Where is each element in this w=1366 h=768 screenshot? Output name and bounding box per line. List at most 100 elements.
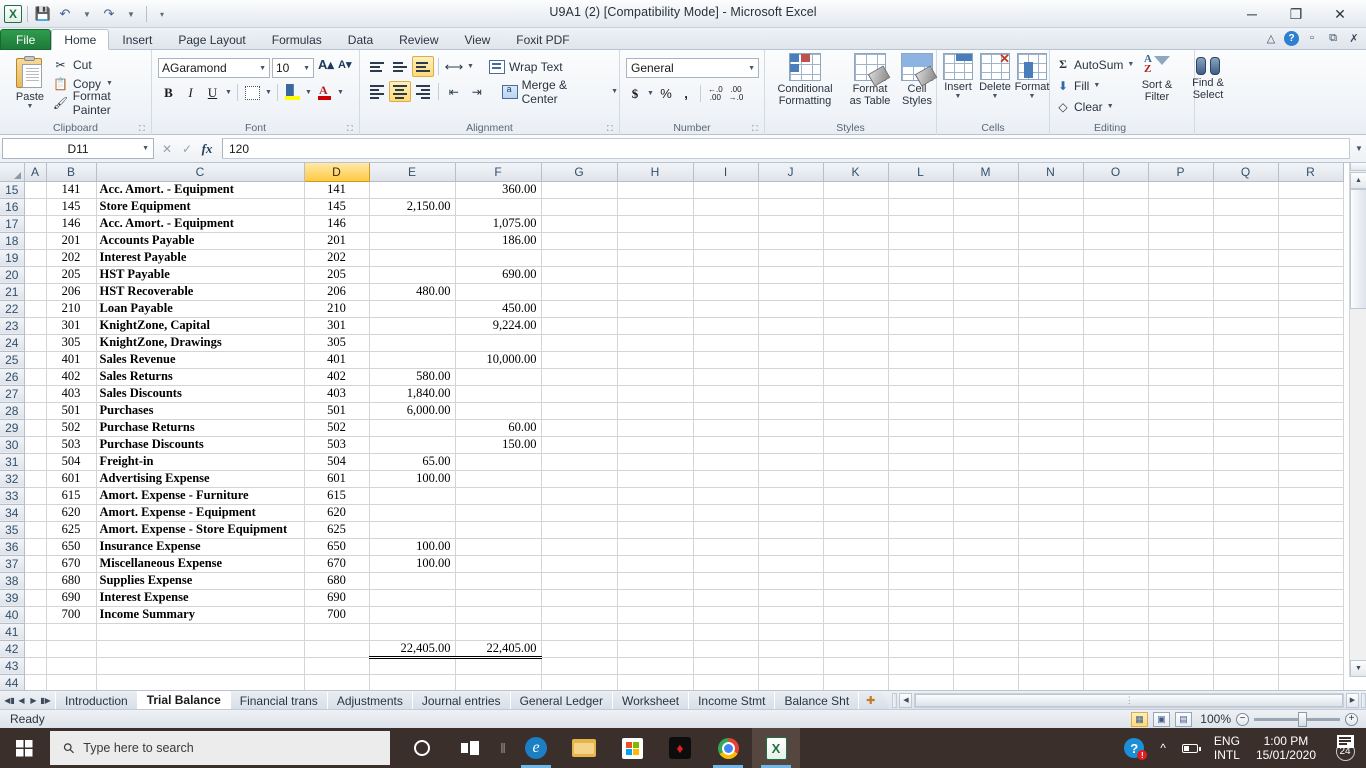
cell-A44[interactable] (24, 674, 47, 690)
cell-N28[interactable] (1018, 402, 1084, 420)
workbook-minimize-icon[interactable]: ▫ (1304, 30, 1320, 46)
clear-dropdown-icon[interactable]: ▼ (1106, 103, 1115, 110)
cell-M31[interactable] (953, 453, 1019, 471)
cell-E34[interactable] (369, 504, 456, 522)
cell-R24[interactable] (1278, 334, 1344, 352)
row-header-40[interactable]: 40 (0, 606, 25, 624)
language-indicator[interactable]: ENG INTL (1206, 728, 1248, 768)
cell-H23[interactable] (617, 317, 694, 335)
cell-G34[interactable] (541, 504, 618, 522)
horizontal-scroll-thumb[interactable]: ⋮ (915, 693, 1343, 707)
cell-Q15[interactable] (1213, 181, 1279, 199)
cell-O43[interactable] (1083, 657, 1149, 675)
sheet-tab-balance-sht[interactable]: Balance Sht (774, 691, 859, 710)
cell-C20[interactable]: HST Payable (96, 266, 305, 284)
cell-J27[interactable] (758, 385, 824, 403)
cell-R30[interactable] (1278, 436, 1344, 454)
cell-K15[interactable] (823, 181, 889, 199)
cell-I38[interactable] (693, 572, 759, 590)
cell-C26[interactable]: Sales Returns (96, 368, 305, 386)
cell-P20[interactable] (1148, 266, 1214, 284)
cell-N32[interactable] (1018, 470, 1084, 488)
cell-F21[interactable] (455, 283, 542, 301)
cell-M29[interactable] (953, 419, 1019, 437)
table-row[interactable]: 36 650 Insurance Expense 650 100.00 (0, 538, 1344, 556)
cell-E19[interactable] (369, 249, 456, 267)
cell-H44[interactable] (617, 674, 694, 690)
cell-H41[interactable] (617, 623, 694, 641)
cell-O38[interactable] (1083, 572, 1149, 590)
cell-E25[interactable] (369, 351, 456, 369)
cell-P28[interactable] (1148, 402, 1214, 420)
cell-C34[interactable]: Amort. Expense - Equipment (96, 504, 305, 522)
cell-P39[interactable] (1148, 589, 1214, 607)
cell-H27[interactable] (617, 385, 694, 403)
cell-P34[interactable] (1148, 504, 1214, 522)
cell-E43[interactable] (369, 657, 456, 675)
cell-E42[interactable]: 22,405.00 (369, 639, 456, 659)
table-row[interactable]: 29 502 Purchase Returns 502 60.00 (0, 419, 1344, 437)
cell-R26[interactable] (1278, 368, 1344, 386)
merge-center-button[interactable]: Merge & Center ▼ (501, 78, 619, 106)
cell-H30[interactable] (617, 436, 694, 454)
cell-P38[interactable] (1148, 572, 1214, 590)
cell-F41[interactable] (455, 623, 542, 641)
cell-D26[interactable]: 402 (304, 368, 370, 386)
cell-G26[interactable] (541, 368, 618, 386)
cell-A28[interactable] (24, 402, 47, 420)
row-header-18[interactable]: 18 (0, 232, 25, 250)
excel-taskbar-button[interactable]: X (752, 728, 800, 768)
column-header-b[interactable]: B (46, 163, 97, 182)
cell-N37[interactable] (1018, 555, 1084, 573)
cell-N21[interactable] (1018, 283, 1084, 301)
column-header-f[interactable]: F (455, 163, 542, 182)
cell-K21[interactable] (823, 283, 889, 301)
cell-C28[interactable]: Purchases (96, 402, 305, 420)
sheet-tab-financial-trans[interactable]: Financial trans (229, 691, 327, 710)
cell-G32[interactable] (541, 470, 618, 488)
cell-B23[interactable]: 301 (46, 317, 97, 335)
cell-Q24[interactable] (1213, 334, 1279, 352)
cell-R41[interactable] (1278, 623, 1344, 641)
row-header-17[interactable]: 17 (0, 215, 25, 233)
cell-Q40[interactable] (1213, 606, 1279, 624)
cell-I33[interactable] (693, 487, 759, 505)
cell-H18[interactable] (617, 232, 694, 250)
cell-K29[interactable] (823, 419, 889, 437)
cell-D40[interactable]: 700 (304, 606, 370, 624)
cell-H25[interactable] (617, 351, 694, 369)
paste-button[interactable]: Paste ▼ (6, 54, 54, 116)
clear-button[interactable]: ◇ Clear ▼ (1055, 96, 1135, 117)
cell-N17[interactable] (1018, 215, 1084, 233)
cell-H38[interactable] (617, 572, 694, 590)
cell-L34[interactable] (888, 504, 954, 522)
tab-review[interactable]: Review (386, 29, 451, 50)
font-size-dropdown-icon[interactable]: ▼ (303, 65, 310, 72)
cell-A18[interactable] (24, 232, 47, 250)
cell-A29[interactable] (24, 419, 47, 437)
cell-G24[interactable] (541, 334, 618, 352)
cell-A41[interactable] (24, 623, 47, 641)
sheet-tab-general-ledger[interactable]: General Ledger (509, 691, 612, 710)
cell-I40[interactable] (693, 606, 759, 624)
cell-E18[interactable] (369, 232, 456, 250)
cell-L16[interactable] (888, 198, 954, 216)
scroll-right-button[interactable]: ▶ (1346, 692, 1359, 708)
cell-N25[interactable] (1018, 351, 1084, 369)
row-header-38[interactable]: 38 (0, 572, 25, 590)
cell-G31[interactable] (541, 453, 618, 471)
decrease-decimal-button[interactable]: .00 →.0 (727, 83, 746, 104)
cell-H35[interactable] (617, 521, 694, 539)
cell-E30[interactable] (369, 436, 456, 454)
cell-B39[interactable]: 690 (46, 589, 97, 607)
cell-M28[interactable] (953, 402, 1019, 420)
cell-C36[interactable]: Insurance Expense (96, 538, 305, 556)
cell-H17[interactable] (617, 215, 694, 233)
cell-A34[interactable] (24, 504, 47, 522)
cell-R40[interactable] (1278, 606, 1344, 624)
cell-L23[interactable] (888, 317, 954, 335)
cell-B15[interactable]: 141 (46, 181, 97, 199)
clipboard-dialog-launcher-icon[interactable]: ⛶ (139, 124, 148, 133)
cell-K38[interactable] (823, 572, 889, 590)
cell-A30[interactable] (24, 436, 47, 454)
